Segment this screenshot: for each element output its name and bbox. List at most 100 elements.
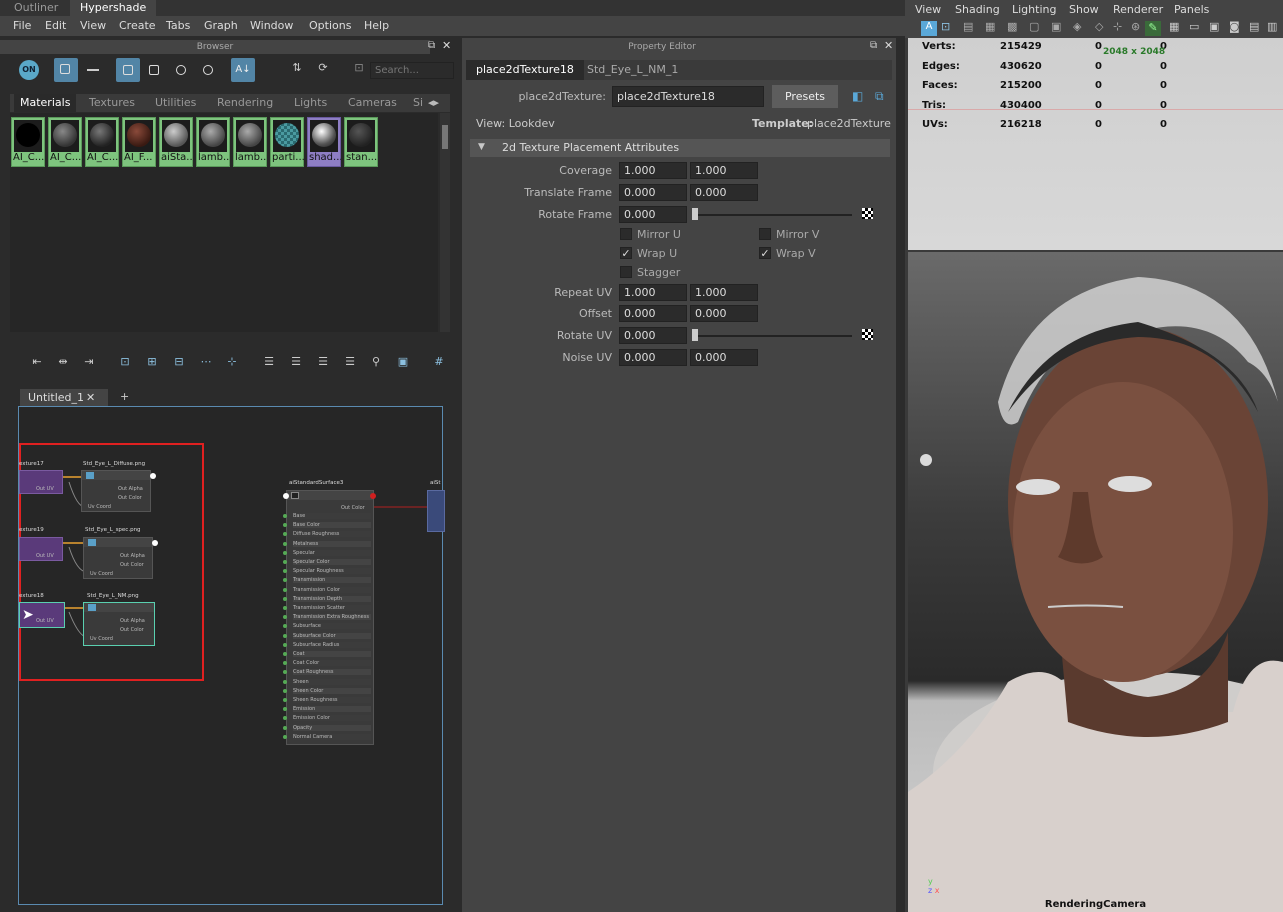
translate-u-field[interactable]: 0.000 [619,184,687,201]
select-camera-icon[interactable]: ⊡ [941,20,950,33]
rotate-frame-field[interactable]: 0.000 [619,206,687,223]
input-port[interactable] [283,550,287,555]
image-plane-icon[interactable]: ▦ [985,20,995,33]
rotate-uv-field[interactable]: 0.000 [619,327,687,344]
input-port[interactable] [283,688,287,693]
stagger-checkbox[interactable] [620,266,632,278]
swatch-view-button[interactable] [54,58,78,82]
input-connections-icon[interactable]: ⇤ [28,355,46,373]
surface-attr-row[interactable]: Subsurface [293,623,371,630]
surface-attr-row[interactable]: Base [293,513,371,519]
wireframe-icon[interactable]: ▦ [1169,20,1179,33]
noise-v-field[interactable]: 0.000 [690,349,758,366]
tab-materials[interactable]: Materials [14,94,77,112]
input-port[interactable] [283,661,287,666]
surface-attr-row[interactable]: Transmission Color [293,586,371,593]
safe-action-icon[interactable]: ⊹ [1113,20,1122,33]
surface-attr-row[interactable]: Metalness [293,540,371,547]
browser-scrollbar[interactable] [440,113,450,332]
menu-create[interactable]: Create [119,19,156,32]
tab-std-eye-nm[interactable]: Std_Eye_L_NM_1 [577,60,688,80]
vp-menu-panels[interactable]: Panels [1174,3,1209,16]
rotate-uv-slider[interactable] [692,335,852,337]
input-port[interactable] [283,652,287,656]
slider-handle[interactable] [692,208,698,220]
noise-u-field[interactable]: 0.000 [619,349,687,366]
slider-handle[interactable] [692,329,698,341]
mirror-v-checkbox[interactable] [759,228,771,240]
grid-icon[interactable]: # [430,355,448,373]
menu-edit[interactable]: Edit [45,19,66,32]
swatch-toggle-icon[interactable]: ▣ [394,355,412,373]
tab-textures[interactable]: Textures [89,94,135,112]
wrap-v-checkbox[interactable]: ✓ [759,247,771,259]
surface-attr-row[interactable]: Transmission Depth [293,595,371,602]
material-swatch[interactable]: parti... [270,117,304,167]
surface-attr-row[interactable]: Coat Roughness [293,669,371,676]
input-port[interactable] [283,523,287,528]
grid-toggle-icon[interactable]: ▩ [1007,20,1017,33]
custom-view-icon[interactable]: ☰ [341,355,359,373]
input-port[interactable] [283,615,287,620]
tab-cameras[interactable]: Cameras [348,94,397,112]
input-port[interactable] [283,716,287,721]
textured-icon[interactable]: ◙ [1229,20,1240,33]
lights-icon[interactable]: ▤ [1249,20,1259,33]
surface-attr-row[interactable]: Subsurface Color [293,632,371,639]
refresh-icon[interactable]: ⟳ [314,61,332,79]
tab-outliner[interactable]: Outliner [4,0,68,16]
material-swatch[interactable]: stan... [344,117,378,167]
surface-attr-row[interactable]: Subsurface Radius [293,641,371,648]
menu-graph[interactable]: Graph [204,19,238,32]
vp-menu-view[interactable]: View [915,3,941,16]
surface-attr-row[interactable]: Sheen Roughness [293,697,371,703]
field-chart-icon[interactable]: ◇ [1095,20,1103,33]
material-swatch[interactable]: AI_C... [11,117,45,167]
graph-remove-icon[interactable]: ⊟ [170,355,188,373]
input-port[interactable] [283,670,287,675]
tab-rendering[interactable]: Rendering [217,94,273,112]
input-port[interactable] [283,725,287,730]
input-port[interactable] [283,587,287,592]
tabs-scroll-arrows-icon[interactable]: ◂▸ [428,94,439,112]
material-swatch[interactable]: AI_C... [85,117,119,167]
float-icon[interactable]: ⧉ [870,40,877,51]
filter-icon[interactable]: ⊡ [350,61,368,79]
surface-attr-row[interactable]: Specular Color [293,559,371,565]
repeat-v-field[interactable]: 1.000 [690,284,758,301]
list-view-button[interactable] [84,61,102,79]
surface-attr-row[interactable]: Base Color [293,522,371,529]
surface-attr-row[interactable]: Transmission Scatter [293,605,371,611]
input-port[interactable] [283,541,287,546]
toggle-on-button[interactable]: ON [19,60,39,80]
browser-search-input[interactable]: Search... [370,62,454,79]
surface-attr-row[interactable]: Transmission Extra Roughness [293,614,371,621]
node-graph-canvas[interactable]: exture17 Out UV Std_Eye_L_Diffuse.png Ou… [18,406,445,905]
bookmark-icon[interactable]: ▤ [963,20,973,33]
coverage-v-field[interactable]: 1.000 [690,162,758,179]
file-node[interactable]: Out Alpha Out Color Uv Coord [83,537,153,579]
node-name-field[interactable]: place2dTexture18 [612,86,764,107]
tab-hypershade[interactable]: Hypershade [70,0,157,16]
surface-attr-row[interactable]: Transmission [293,577,371,584]
output-port[interactable] [370,493,376,499]
file-node-selected[interactable]: Out Alpha Out Color Uv Coord [83,602,155,646]
input-port[interactable] [283,514,287,518]
rotate-frame-slider[interactable] [692,214,852,216]
graph-add-icon[interactable]: ⊞ [143,355,161,373]
xlarge-icon-button[interactable] [199,61,217,79]
graph-select-icon[interactable]: ⊡ [116,355,134,373]
smooth-shade-icon[interactable]: ▭ [1189,20,1199,33]
surface-shader-node[interactable]: Out Color Base Base Color Diffuse Roughnes… [283,490,374,745]
material-swatch[interactable]: lamb... [233,117,267,167]
input-port[interactable] [283,679,287,684]
medium-icon-button[interactable] [145,61,163,79]
material-swatch[interactable]: aiSta... [159,117,193,167]
mirror-u-checkbox[interactable] [620,228,632,240]
output-connections-icon[interactable]: ⇥ [80,355,98,373]
coverage-u-field[interactable]: 1.000 [619,162,687,179]
small-icon-button[interactable] [116,58,140,82]
io-connections-icon[interactable]: ⇹ [54,355,72,373]
graph-layout-icon[interactable]: ⊹ [223,355,241,373]
shadows-icon[interactable]: ▥ [1267,20,1277,33]
